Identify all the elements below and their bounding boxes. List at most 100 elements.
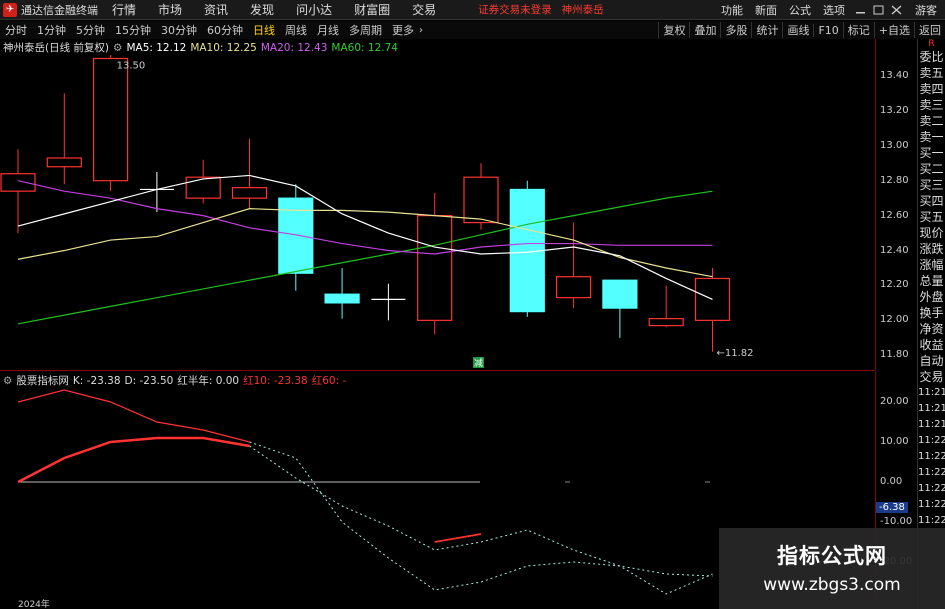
- kline-svg[interactable]: 13.50 ←11.82 减: [0, 39, 875, 370]
- period-60min[interactable]: 60分钟: [202, 22, 248, 38]
- menu-zixun[interactable]: 资讯: [204, 1, 228, 18]
- guest-label[interactable]: 游客: [915, 2, 937, 18]
- main-legend: 神州泰岳(日线 前复权) ⚙ MA5: 12.12 MA10: 12.25 MA…: [3, 40, 398, 55]
- candle: [602, 279, 638, 338]
- price-tick: 13.40: [880, 69, 909, 81]
- side-item[interactable]: 自动: [918, 353, 945, 369]
- side-item[interactable]: 卖五: [918, 65, 945, 81]
- hong10-value: 红10: -23.38: [243, 375, 308, 387]
- tools-bar: 复权 叠加 多股 统计 画线 F10 标记 +自选 返回: [658, 21, 945, 39]
- menu-jiaoyi[interactable]: 交易: [412, 1, 436, 18]
- chevron-right-icon[interactable]: ›: [419, 25, 423, 36]
- tool-duogu[interactable]: 多股: [720, 22, 751, 38]
- side-item[interactable]: 收益: [918, 337, 945, 353]
- candle: [46, 93, 82, 185]
- menu-caifuquan[interactable]: 财富圈: [354, 1, 390, 18]
- tool-fanhui[interactable]: 返回: [914, 22, 945, 38]
- period-5min[interactable]: 5分钟: [71, 22, 110, 38]
- side-item[interactable]: 交易: [918, 369, 945, 385]
- login-warning[interactable]: 证券交易未登录: [478, 2, 552, 17]
- settings-icon[interactable]: ⚙: [3, 375, 12, 387]
- minimize-icon[interactable]: [853, 4, 869, 16]
- indicator-tick: 0.00: [880, 476, 903, 487]
- menu-xuanxiang[interactable]: 选项: [817, 2, 851, 18]
- candle: [555, 222, 592, 309]
- side-item[interactable]: 外盘: [918, 289, 945, 305]
- tool-diejia[interactable]: 叠加: [689, 22, 720, 38]
- low-price-label: ←11.82: [717, 348, 754, 359]
- tool-tongji[interactable]: 统计: [751, 22, 782, 38]
- side-item[interactable]: 卖四: [918, 81, 945, 97]
- period-30min[interactable]: 30分钟: [156, 22, 202, 38]
- candle-body: [463, 176, 499, 224]
- menu-shichang[interactable]: 市场: [158, 1, 182, 18]
- period-fenshi[interactable]: 分时: [0, 22, 32, 38]
- close-icon[interactable]: [889, 4, 905, 16]
- period-weekly[interactable]: 周线: [280, 22, 312, 38]
- tool-huaxian[interactable]: 画线: [782, 22, 813, 38]
- menu-faxian[interactable]: 发现: [250, 1, 274, 18]
- maximize-icon[interactable]: [871, 4, 887, 16]
- settings-icon[interactable]: ⚙: [113, 42, 122, 54]
- side-item[interactable]: 卖一: [918, 129, 945, 145]
- period-toolbar: 分时 1分钟 5分钟 15分钟 30分钟 60分钟 日线 周线 月线 多周期 更…: [0, 21, 945, 39]
- candle-body: [602, 279, 638, 309]
- pane-divider[interactable]: [0, 370, 875, 371]
- period-1min[interactable]: 1分钟: [32, 22, 71, 38]
- candle-body: [648, 318, 684, 327]
- period-15min[interactable]: 15分钟: [110, 22, 156, 38]
- side-item[interactable]: 卖二: [918, 113, 945, 129]
- side-item[interactable]: 涨跌: [918, 241, 945, 257]
- menu-gongshi[interactable]: 公式: [783, 2, 817, 18]
- candle: [509, 180, 545, 317]
- side-item[interactable]: 委比: [918, 49, 945, 65]
- candle: [0, 149, 36, 234]
- side-item[interactable]: 买三: [918, 177, 945, 193]
- side-time: 11:22: [918, 451, 945, 462]
- side-time: 11:22: [918, 467, 945, 478]
- menu-wenxiaoda[interactable]: 问小达: [296, 1, 332, 18]
- side-item[interactable]: 净资: [918, 321, 945, 337]
- tool-zixuan[interactable]: +自选: [873, 22, 914, 38]
- candle: [371, 283, 406, 321]
- candle-body: [324, 293, 360, 304]
- menu-banmian[interactable]: 新面: [749, 2, 783, 18]
- candle-body: [555, 276, 592, 299]
- side-item[interactable]: 卖三: [918, 97, 945, 113]
- side-time: 11:21: [918, 419, 945, 430]
- tool-biaoji[interactable]: 标记: [842, 22, 874, 38]
- indicator-name: 股票指标网: [16, 375, 69, 387]
- year-label: 2024年: [18, 600, 50, 609]
- stock-tag: 神州泰岳: [561, 4, 604, 16]
- d-line-bold: [17, 436, 250, 484]
- side-time: 11:21: [918, 403, 945, 414]
- side-item[interactable]: 买五: [918, 209, 945, 225]
- candle: [324, 267, 360, 319]
- period-daily[interactable]: 日线: [248, 22, 280, 38]
- menu-gongneng[interactable]: 功能: [715, 2, 749, 18]
- watermark-url: www.zbgs3.com: [763, 575, 901, 595]
- side-item[interactable]: 买二: [918, 161, 945, 177]
- period-more[interactable]: 更多: [387, 22, 419, 38]
- side-item[interactable]: 买一: [918, 145, 945, 161]
- side-item[interactable]: 换手: [918, 305, 945, 321]
- side-item[interactable]: 涨幅: [918, 257, 945, 273]
- d-value: D: -23.50: [124, 374, 174, 387]
- side-time: 11:22: [918, 515, 945, 526]
- side-item[interactable]: 总量: [918, 273, 945, 289]
- side-item[interactable]: 现价: [918, 225, 945, 241]
- price-tick: 12.40: [880, 244, 909, 256]
- tool-f10[interactable]: F10: [813, 23, 842, 37]
- kline-chart[interactable]: 13.50 ←11.82 减 神州泰岳(日线 前复权) ⚙ MA5: 12.12 M…: [0, 39, 875, 370]
- side-item[interactable]: 买四: [918, 193, 945, 209]
- price-tick: 12.60: [880, 209, 909, 221]
- menu-hangqing[interactable]: 行情: [112, 1, 136, 18]
- right-menu: 功能 新面 公式 选项 游客: [715, 0, 945, 20]
- quote-side-panel: R 委比 卖五 卖四 卖三 卖二 卖一 买一 买二 买三 买四 买五 现价 涨跌 涨幅 总量 外盘 换手 净资 收益自…: [917, 39, 945, 609]
- period-multi[interactable]: 多周期: [344, 22, 387, 38]
- period-monthly[interactable]: 月线: [312, 22, 344, 38]
- ma5-label: MA5: 12.12: [126, 41, 187, 54]
- candle: [231, 138, 268, 209]
- stock-title: 神州泰岳(日线 前复权): [3, 42, 110, 54]
- tool-fuquan[interactable]: 复权: [658, 22, 689, 38]
